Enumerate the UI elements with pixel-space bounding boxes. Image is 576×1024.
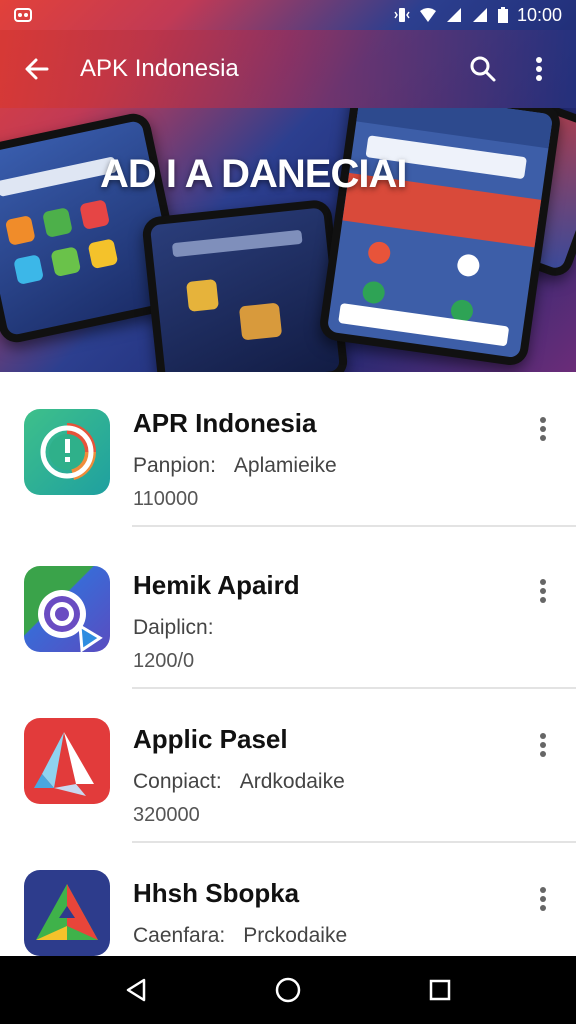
app-subtitle: Caenfara: Prckodaike [133,924,347,948]
page-title: APK Indonesia [80,55,239,82]
app-sub-value: Aplamieike [233,454,337,477]
item-overflow-button[interactable] [526,882,560,916]
overflow-menu-button[interactable] [516,46,562,92]
app-title: Applic Pasel [133,724,288,754]
promo-banner[interactable]: AD I A DANECIAI [0,108,576,372]
banner-phone-front [317,108,563,368]
list-item[interactable]: Applic Pasel Conpiact: Ardkodaike 320000 [0,688,576,843]
app-list: APR Indonesia Panpion: Aplamieike 110000 … [0,372,576,956]
status-bar: 10:00 [0,0,576,30]
app-icon-red-triangle [24,718,110,804]
green-circle-icon [40,423,96,480]
app-title: Hemik Apaird [133,570,300,600]
status-left-icons [14,7,32,23]
status-time: 10:00 [516,4,562,25]
app-sub-value: Ardkodaike [239,770,345,793]
nav-back-button[interactable] [106,960,166,1020]
app-title: Hhsh Sbopka [133,878,300,908]
app-icon-green-circle [24,409,110,495]
arrow-left-icon [25,58,49,80]
header-region: 10:00 APK Indonesia AD I A DANECIAI [0,0,576,372]
list-item[interactable]: APR Indonesia Panpion: Aplamieike 110000 [0,372,576,527]
status-right-icons: 10:00 [393,5,562,26]
app-title: APR Indonesia [133,408,317,438]
app-count: 320000 [133,804,200,826]
nav-back-icon [126,978,146,1002]
nav-home-button[interactable] [258,960,318,1020]
triangle-icon [34,732,94,796]
item-overflow-button[interactable] [526,728,560,762]
app-sub-label: Conpiact: [133,770,222,793]
back-button[interactable] [14,46,60,92]
app-subtitle: Daiplicn: [133,616,232,640]
app-count: 110000 [133,488,199,510]
more-vert-icon [540,733,546,757]
more-vert-icon [540,579,546,603]
banner-phone-middle [141,198,349,372]
more-vert-icon [536,57,542,81]
list-item[interactable]: Hemik Apaird Daiplicn: 1200/0 [0,534,576,689]
banner-headline: AD I A DANECIAI [100,152,407,196]
nav-recents-button[interactable] [410,960,470,1020]
nav-recents-icon [429,979,451,1001]
vibrate-icon [394,8,410,22]
more-vert-icon [540,417,546,441]
signal-icon [472,8,487,22]
notification-icon [14,8,32,22]
nav-home-icon [275,977,301,1003]
more-vert-icon [540,887,546,911]
app-sub-label: Caenfara: [133,924,226,947]
app-subtitle: Panpion: Aplamieike [133,454,337,478]
app-bar: APK Indonesia [0,30,576,108]
list-item[interactable]: Hhsh Sbopka Caenfara: Prckodaike [0,842,576,956]
search-button[interactable] [460,46,506,92]
target-icon [38,590,103,652]
app-sub-label: Panpion: [133,454,216,477]
app-sub-label: Daiplicn: [133,616,214,639]
delta-icon [36,884,98,940]
signal-icon [446,8,461,22]
item-overflow-button[interactable] [526,574,560,608]
system-nav-bar [0,956,576,1024]
item-overflow-button[interactable] [526,412,560,446]
battery-icon [497,7,508,23]
search-icon [470,56,496,82]
app-icon-green-delta [24,870,110,956]
divider [132,525,576,527]
app-icon-blue-target [24,566,110,652]
app-count: 1200/0 [133,650,195,672]
wifi-icon [419,8,436,22]
app-sub-value: Prckodaike [243,924,348,947]
app-subtitle: Conpiact: Ardkodaike [133,770,345,794]
